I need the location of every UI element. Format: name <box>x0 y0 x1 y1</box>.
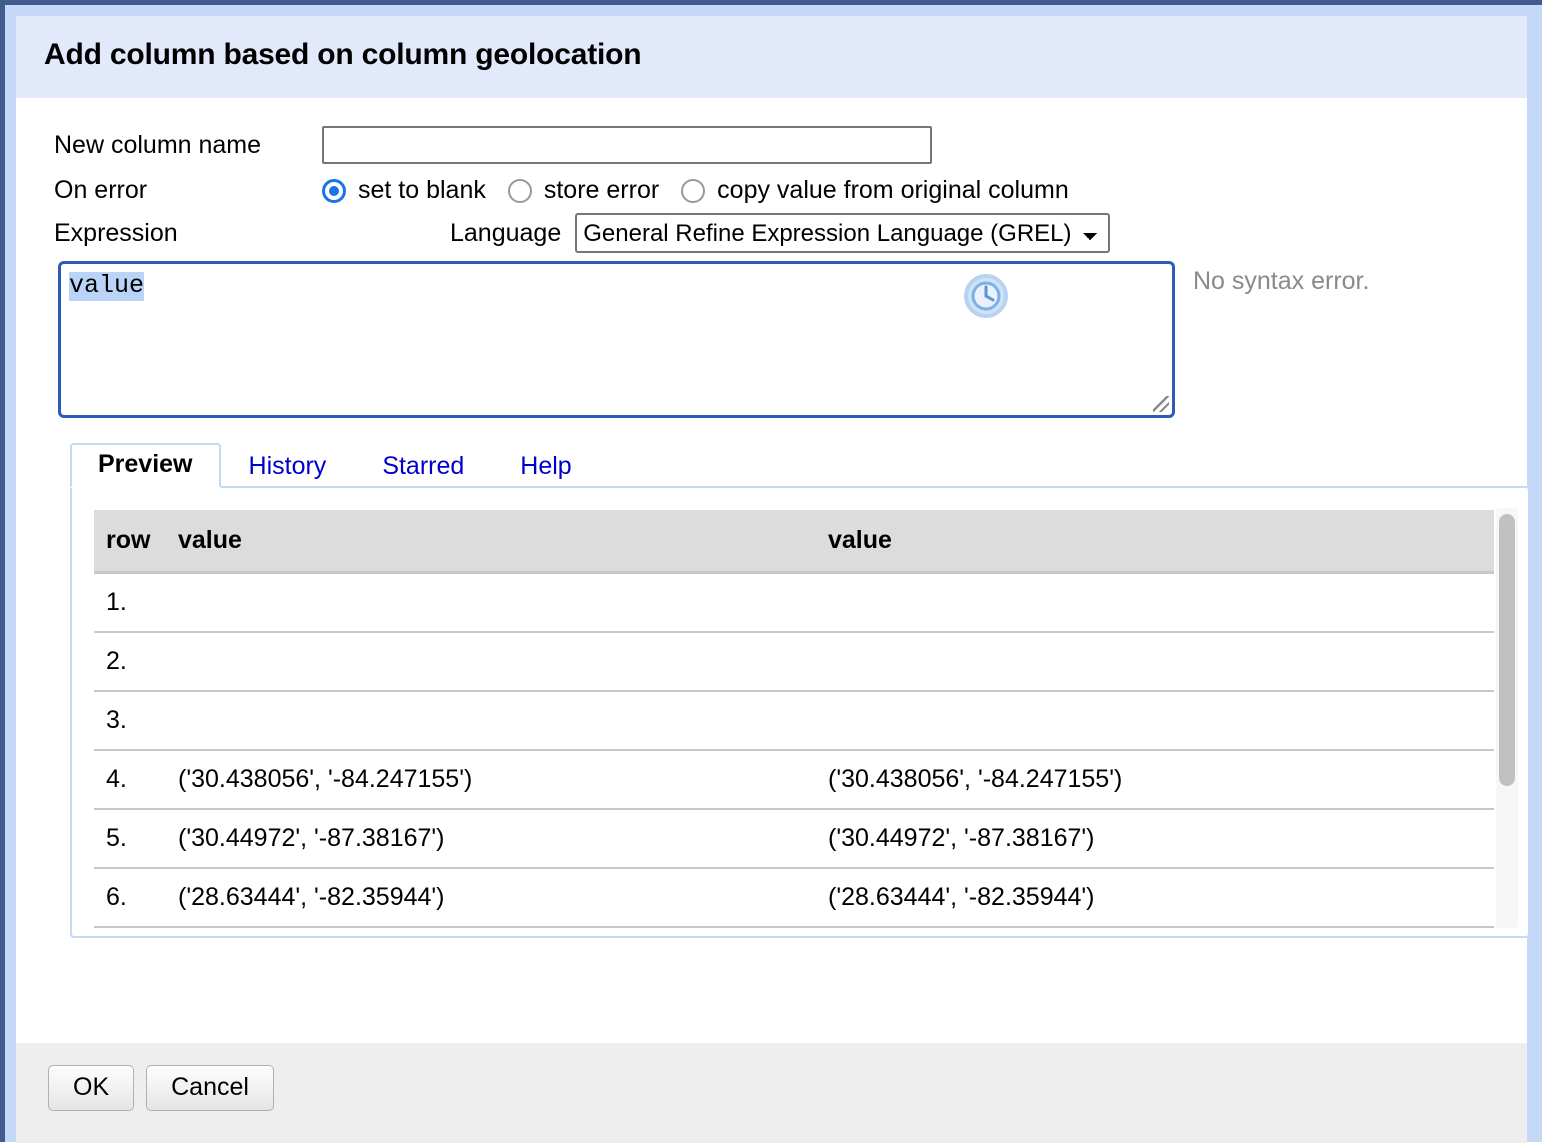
table-row: 2. <box>94 632 1494 691</box>
cell-original-value <box>178 632 828 691</box>
preview-panel: row value value 1. <box>70 486 1530 938</box>
new-column-name-input[interactable] <box>322 126 932 164</box>
preview-scrollbar-thumb[interactable] <box>1499 514 1515 786</box>
table-row: 3. <box>94 691 1494 750</box>
new-column-name-label: New column name <box>54 131 322 160</box>
cell-result-value <box>828 573 1494 633</box>
preview-table-head: row value value <box>94 510 1494 573</box>
dialog-title: Add column based on column geolocation <box>44 38 1527 72</box>
cancel-button[interactable]: Cancel <box>146 1065 274 1111</box>
cell-result-value <box>828 691 1494 750</box>
tab-help[interactable]: Help <box>492 445 599 489</box>
cell-original-value <box>178 573 828 633</box>
column-header-value-original: value <box>178 510 828 573</box>
tabs-wrap: Preview History Starred Help <box>70 442 1530 488</box>
tab-preview[interactable]: Preview <box>70 443 221 489</box>
expression-label: Expression <box>54 219 322 248</box>
on-error-option-label: store error <box>544 176 659 205</box>
cell-original-value: ('30.44972', '-87.38167') <box>178 809 828 868</box>
cell-original-value: ('28.63444', '-82.35944') <box>178 868 828 927</box>
cell-result-value: ('30.438056', '-84.247155') <box>828 750 1494 809</box>
dialog-frame: Add column based on column geolocation N… <box>0 0 1542 1142</box>
clock-icon[interactable] <box>962 272 1010 320</box>
cell-row-number: 3. <box>94 691 178 750</box>
cell-row-number: 7 <box>94 927 178 936</box>
cell-row-number: 1. <box>94 573 178 633</box>
dialog: Add column based on column geolocation N… <box>16 16 1527 1132</box>
radio-icon-copy-value[interactable] <box>681 179 705 203</box>
radio-icon-store-error[interactable] <box>508 179 532 203</box>
new-column-name-row: New column name <box>54 126 1527 164</box>
on-error-label: On error <box>54 176 322 205</box>
on-error-option-label: set to blank <box>358 176 486 205</box>
table-row: 6. ('28.63444', '-82.35944') ('28.63444'… <box>94 868 1494 927</box>
column-header-value-result: value <box>828 510 1494 573</box>
preview-table: row value value 1. <box>94 510 1494 936</box>
expression-editor-row: value No syntax error. <box>54 261 1527 418</box>
cell-original-value: ('30.438056', '-84.247155') <box>178 750 828 809</box>
ok-button[interactable]: OK <box>48 1065 134 1111</box>
table-header-row: row value value <box>94 510 1494 573</box>
cell-result-value: ('30.44972', '-87.38167') <box>828 809 1494 868</box>
on-error-row: On error set to blank store error cop <box>54 176 1527 205</box>
tab-history[interactable]: History <box>221 445 355 489</box>
cell-row-number: 2. <box>94 632 178 691</box>
expression-text: value <box>69 272 144 301</box>
cell-row-number: 6. <box>94 868 178 927</box>
dialog-footer: OK Cancel <box>16 1043 1527 1143</box>
table-row: 5. ('30.44972', '-87.38167') ('30.44972'… <box>94 809 1494 868</box>
cell-result-value: ('28.63444', '-82.35944') <box>828 868 1494 927</box>
radio-icon-set-to-blank[interactable] <box>322 179 346 203</box>
cell-row-number: 5. <box>94 809 178 868</box>
on-error-option-store-error[interactable]: store error <box>508 176 659 205</box>
cell-result-value <box>828 927 1494 936</box>
table-row: 1. <box>94 573 1494 633</box>
table-row: 7 <box>94 927 1494 936</box>
preview-table-body: 1. 2. 3. <box>94 573 1494 937</box>
language-select[interactable]: General Refine Expression Language (GREL… <box>575 213 1110 253</box>
cell-result-value <box>828 632 1494 691</box>
tab-starred[interactable]: Starred <box>354 445 492 489</box>
dialog-header: Add column based on column geolocation <box>16 16 1527 98</box>
dialog-content: New column name On error set to blank st… <box>16 98 1527 1043</box>
cell-original-value <box>178 927 828 936</box>
expression-textarea[interactable]: value <box>58 261 1175 418</box>
resize-grip-icon[interactable] <box>1153 396 1169 412</box>
cell-original-value <box>178 691 828 750</box>
on-error-option-label: copy value from original column <box>717 176 1069 205</box>
preview-scrollbar[interactable] <box>1496 508 1518 928</box>
on-error-option-copy-value[interactable]: copy value from original column <box>681 176 1069 205</box>
on-error-option-set-to-blank[interactable]: set to blank <box>322 176 486 205</box>
table-row: 4. ('30.438056', '-84.247155') ('30.4380… <box>94 750 1494 809</box>
column-header-row: row <box>94 510 178 573</box>
cell-row-number: 4. <box>94 750 178 809</box>
language-label: Language <box>450 219 561 248</box>
tab-bar: Preview History Starred Help <box>70 442 1530 488</box>
preview-scroll-area[interactable]: row value value 1. <box>72 488 1528 936</box>
on-error-radio-group: set to blank store error copy value from… <box>322 176 1091 205</box>
expression-language-row: Expression Language General Refine Expre… <box>54 213 1527 253</box>
syntax-status: No syntax error. <box>1193 267 1369 296</box>
dialog-inner: Add column based on column geolocation N… <box>10 10 1537 1142</box>
